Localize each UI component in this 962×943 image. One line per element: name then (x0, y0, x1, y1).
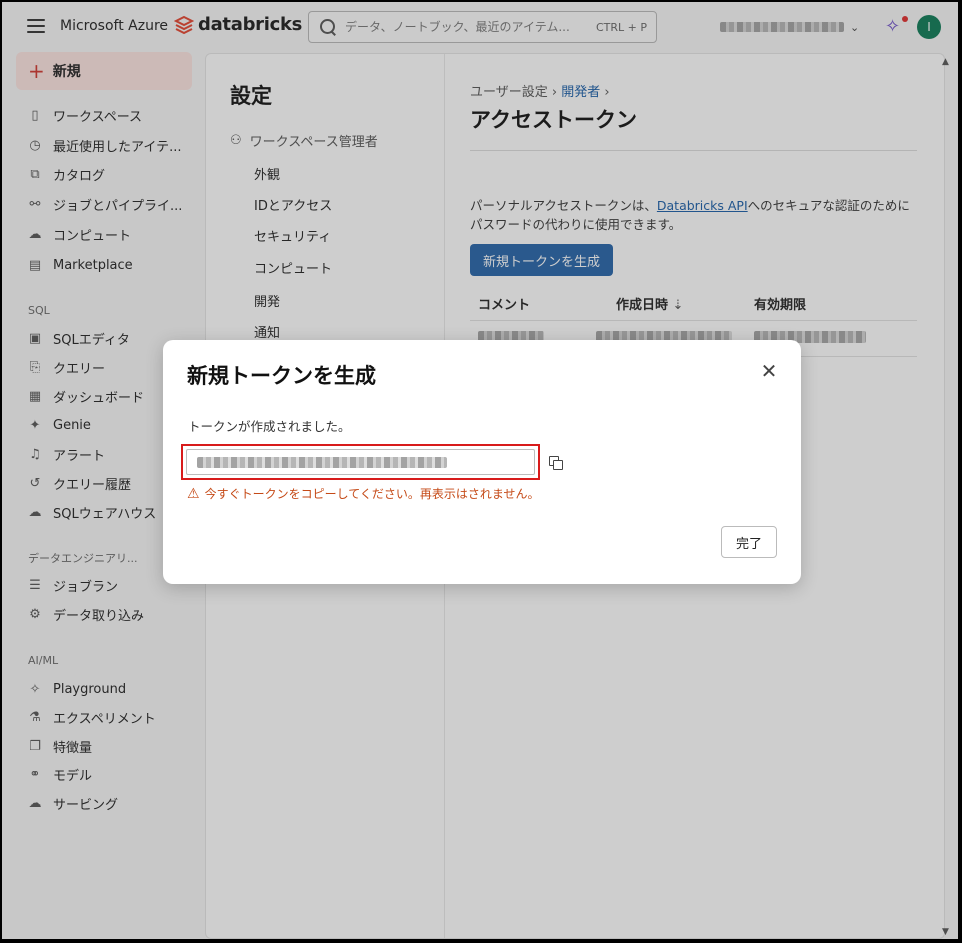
dialog-title: 新規トークンを生成 (187, 364, 376, 388)
token-field-highlight (181, 444, 540, 480)
token-value-redacted (197, 456, 447, 468)
generate-token-dialog: 新規トークンを生成 ✕ トークンが作成されました。 ⚠ 今すぐトークンをコピーし… (163, 340, 801, 584)
done-button[interactable]: 完了 (721, 526, 777, 558)
token-field[interactable] (186, 449, 535, 475)
copy-warning: ⚠ 今すぐトークンをコピーしてください。再表示はされません。 (187, 485, 540, 502)
app-window: Microsoft Azure databricks CTRL + P ⌄ ✧ … (2, 2, 958, 939)
close-icon[interactable]: ✕ (759, 361, 779, 382)
warning-text: 今すぐトークンをコピーしてください。再表示はされません。 (204, 487, 540, 501)
copy-icon[interactable] (549, 456, 563, 470)
warning-triangle-icon: ⚠ (187, 485, 200, 502)
token-created-message: トークンが作成されました。 (188, 419, 351, 434)
